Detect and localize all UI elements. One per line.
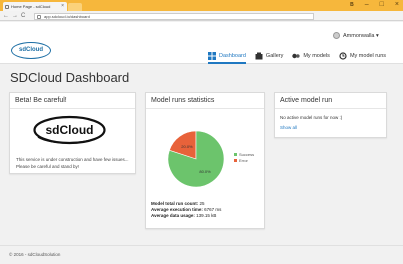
extension-icon[interactable] <box>363 13 369 19</box>
legend-swatch <box>234 159 237 163</box>
footer: © 2016 - sdCloudSolution <box>0 245 403 264</box>
nav-my-models[interactable]: My models <box>292 47 330 64</box>
beta-message: This service is under construction and h… <box>16 157 129 169</box>
run-statistics: Model total run count: 25 Average execut… <box>151 201 221 219</box>
lock-icon <box>37 14 41 19</box>
back-icon[interactable]: ← <box>3 11 9 21</box>
legend-label: Error <box>239 158 248 163</box>
profile-badge[interactable]: B <box>350 0 354 11</box>
app-logo[interactable]: sdCloud <box>11 42 51 59</box>
model-runs-stats-card: Model runs statistics 20.0% 80.0% Success… <box>145 92 265 229</box>
url-text: app.sdcloud.io/dashboard <box>44 13 90 19</box>
tab-close-icon[interactable]: × <box>61 2 64 11</box>
legend-swatch <box>234 153 237 157</box>
browser-tab[interactable]: Home Page - sdCloud × <box>3 2 67 11</box>
nav-label: My models <box>303 52 330 59</box>
legend-item-error: Error <box>234 158 254 164</box>
page-title: SDCloud Dashboard <box>10 70 130 85</box>
nav-dashboard[interactable]: Dashboard <box>208 47 246 64</box>
avg-time-label: Average execution time: <box>151 207 203 212</box>
user-menu[interactable]: Ammonwalla ▾ <box>333 32 379 39</box>
reload-icon[interactable]: C <box>21 11 25 21</box>
extension-icons <box>353 13 399 19</box>
chart-legend: Success Error <box>234 152 254 164</box>
show-all-link[interactable]: Show all <box>280 125 297 130</box>
gallery-icon <box>255 52 263 59</box>
new-tab-button[interactable] <box>68 3 82 11</box>
pie-label-error: 20.0% <box>181 144 193 149</box>
forward-icon[interactable]: → <box>12 11 18 21</box>
card-title: Beta! Be careful! <box>10 93 135 109</box>
extension-icon[interactable] <box>383 13 389 19</box>
nav-label: Dashboard <box>219 52 246 59</box>
beta-card: Beta! Be careful! sdCloud This service i… <box>9 92 136 174</box>
card-title: Active model run <box>275 93 386 109</box>
address-toolbar: ← → C app.sdcloud.io/dashboard <box>0 11 403 21</box>
avg-time-value: 6767 ms <box>204 207 222 212</box>
extension-icon[interactable] <box>373 13 379 19</box>
minimize-button[interactable]: – <box>365 0 369 11</box>
avg-data-value: 139.15 kB <box>196 213 217 218</box>
pie-chart: 20.0% 80.0% <box>167 130 225 188</box>
browser-titlebar: Home Page - sdCloud × B – □ × <box>0 0 403 11</box>
nav-gallery[interactable]: Gallery <box>255 47 283 64</box>
history-icon <box>339 51 347 60</box>
no-active-runs-text: No active model runs for now :) <box>280 115 343 120</box>
avg-data-row: Average data usage: 139.15 kB <box>151 213 221 219</box>
menu-icon[interactable] <box>393 13 399 19</box>
user-name: Ammonwalla ▾ <box>343 33 379 39</box>
copyright-text: © 2016 - sdCloudSolution <box>9 252 61 257</box>
maximize-button[interactable]: □ <box>380 0 384 11</box>
avatar <box>333 32 340 39</box>
total-runs-label: Model total run count: <box>151 201 199 206</box>
tab-title: Home Page - sdCloud <box>11 4 51 9</box>
star-icon[interactable] <box>353 13 359 19</box>
nav-label: Gallery <box>265 52 284 59</box>
total-runs-value: 25 <box>199 201 205 206</box>
url-input[interactable]: app.sdcloud.io/dashboard <box>34 12 314 20</box>
active-model-run-card: Active model run No active model runs fo… <box>274 92 387 138</box>
logo-text: sdCloud <box>19 47 43 53</box>
app-header: sdCloud Ammonwalla ▾ Dashboard Gallery M… <box>0 22 403 64</box>
models-icon <box>292 53 300 58</box>
window-controls: B – □ × <box>350 0 399 11</box>
nav-label: My model runs <box>349 52 387 59</box>
page-favicon-icon <box>5 4 9 9</box>
logo-text: sdCloud <box>46 123 94 137</box>
nav-my-model-runs[interactable]: My model runs <box>339 47 386 64</box>
close-window-button[interactable]: × <box>395 0 399 11</box>
pie-label-success: 80.0% <box>199 169 211 174</box>
legend-label: Success <box>239 152 255 157</box>
avg-data-label: Average data usage: <box>151 213 195 218</box>
sdcloud-logo: sdCloud <box>33 115 106 145</box>
main-nav: Dashboard Gallery My models My model run… <box>208 47 395 64</box>
card-title: Model runs statistics <box>146 93 264 109</box>
dashboard-icon <box>208 51 216 60</box>
